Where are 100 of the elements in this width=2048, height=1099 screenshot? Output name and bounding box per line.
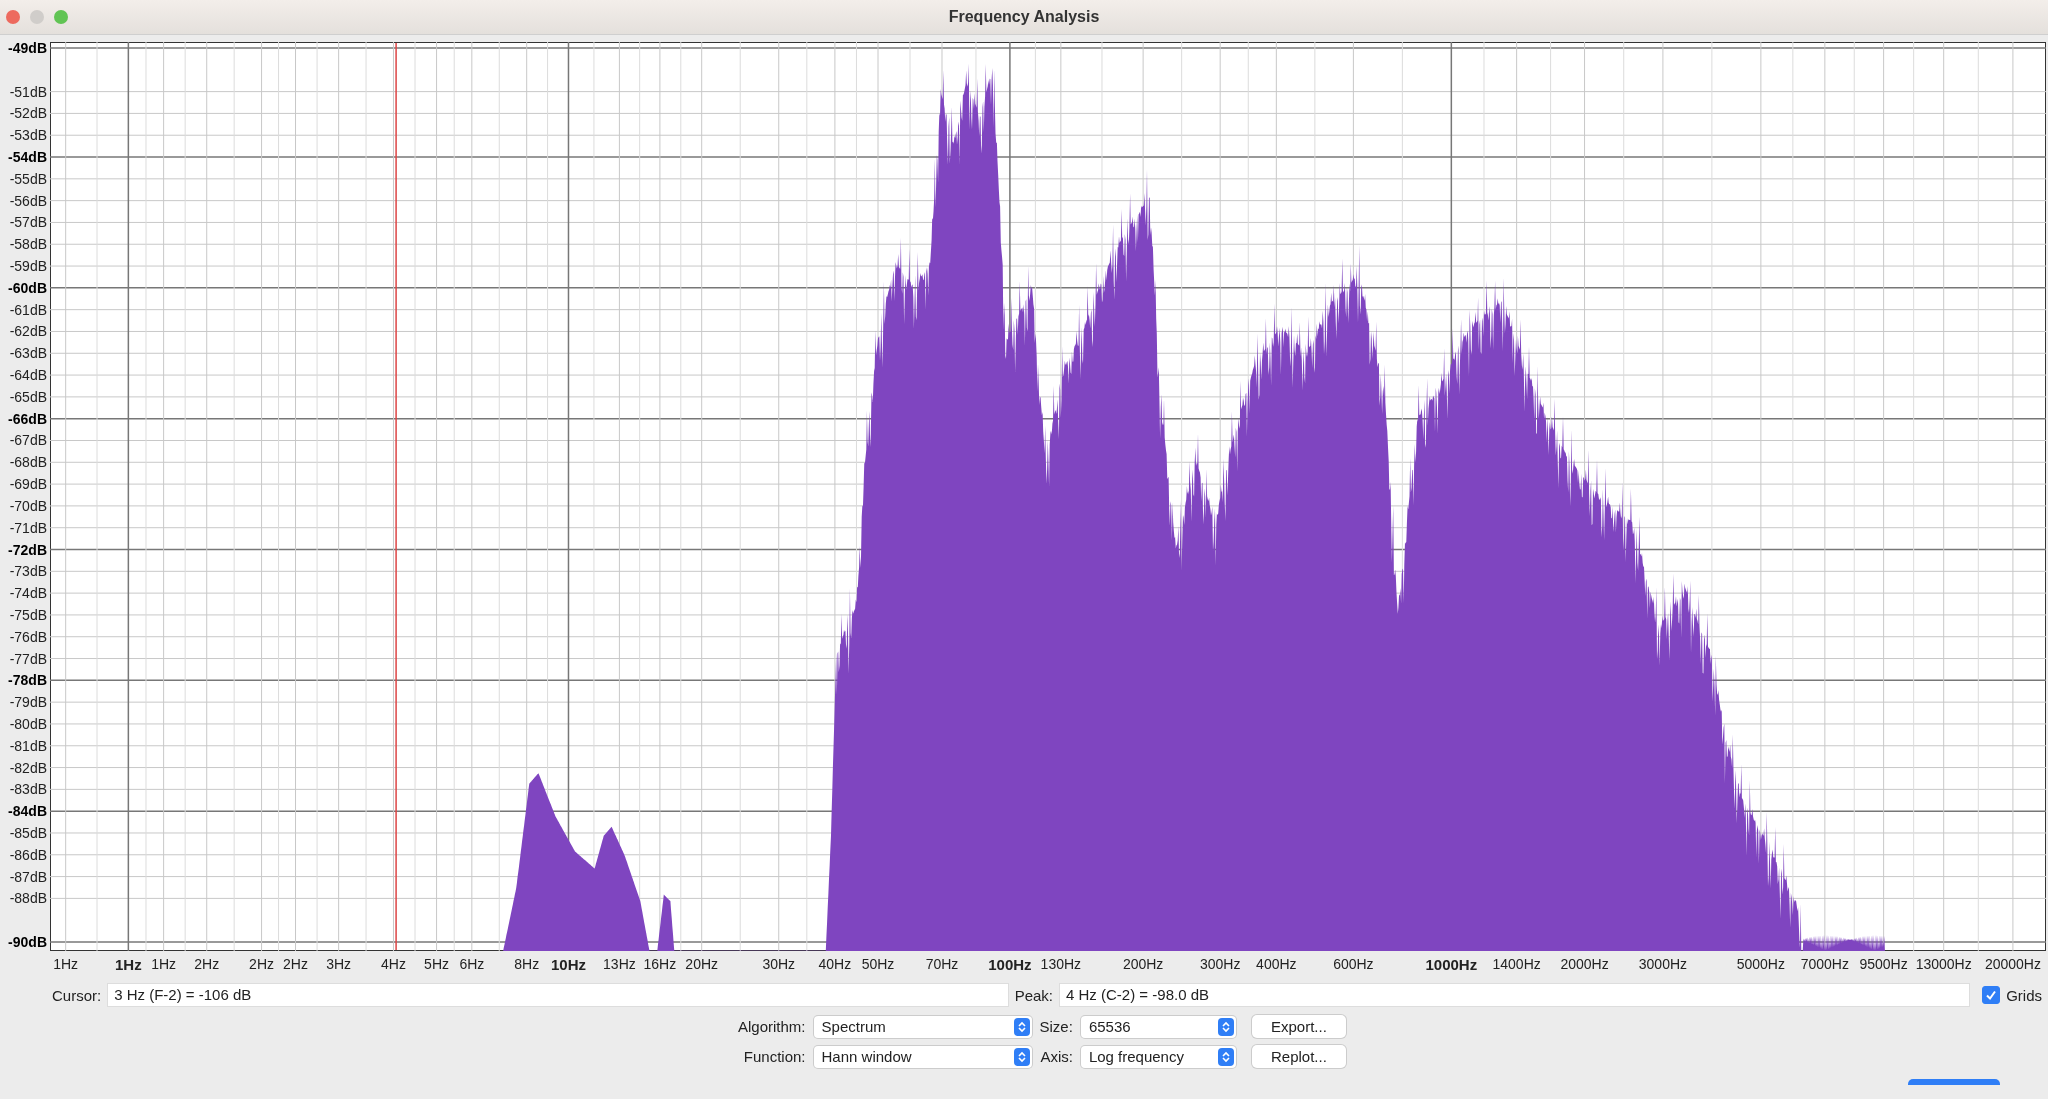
axis-label: 1Hz: [53, 956, 79, 972]
axis-label: -72dB: [8, 541, 47, 558]
axis-label: 600Hz: [1333, 956, 1374, 972]
axis-label: -67dB: [9, 432, 47, 449]
axis-label: -65dB: [9, 388, 47, 405]
axis-label: -70dB: [9, 497, 47, 514]
axis-label: -58dB: [9, 236, 47, 253]
axis-label: 1Hz: [151, 956, 177, 972]
axis-label: 16Hz: [643, 956, 677, 972]
axis-label: -57dB: [9, 214, 47, 231]
axis-label: 6Hz: [459, 956, 485, 972]
axis-label: 2000Hz: [1560, 956, 1609, 972]
axis-label: -62dB: [9, 323, 47, 340]
axis-label: 40Hz: [818, 956, 852, 972]
axis-label: 4Hz: [381, 956, 406, 972]
axis-label: -51dB: [9, 83, 47, 100]
algorithm-select[interactable]: Spectrum: [813, 1015, 1032, 1038]
peak-label: Peak:: [1014, 986, 1054, 1004]
axis-label: -56dB: [9, 192, 47, 209]
axis-label: -52dB: [9, 105, 47, 122]
axis-label: 20Hz: [685, 956, 719, 972]
axis-label: -84dB: [8, 803, 47, 820]
function-select[interactable]: Hann window: [813, 1045, 1032, 1068]
size-label: Size:: [1039, 1018, 1073, 1035]
axis-label: -73dB: [9, 563, 47, 580]
axis-label: Axis:: [1039, 1048, 1073, 1065]
axis-label: -85dB: [9, 824, 47, 841]
axis-label: -60dB: [8, 279, 47, 296]
axis-label: -87dB: [9, 868, 47, 885]
axis-label: -49dB: [8, 40, 47, 56]
checkmark-icon: [1985, 989, 1998, 1001]
axis-label: -53dB: [9, 127, 47, 144]
axis-label: 5Hz: [424, 956, 449, 972]
axis-label: 2Hz: [283, 956, 308, 972]
axis-label: 1Hz: [115, 956, 142, 973]
axis-label: 9500Hz: [1859, 956, 1908, 972]
axis-label: 200Hz: [1122, 956, 1164, 972]
axis-label: -77dB: [9, 650, 47, 667]
axis-label: 70Hz: [925, 956, 959, 972]
size-select[interactable]: 65536: [1080, 1015, 1236, 1038]
replot-button[interactable]: Replot...: [1251, 1045, 1346, 1068]
grids-checkbox[interactable]: [1982, 986, 2001, 1004]
cursor-label: Cursor:: [52, 986, 102, 1004]
axis-label: 20000Hz: [1984, 956, 2041, 972]
chevron-icon: [1217, 1017, 1234, 1036]
window-title: Frequency Analysis: [948, 8, 1100, 26]
export-button[interactable]: Export...: [1251, 1015, 1346, 1038]
axis-label: -88dB: [9, 890, 47, 907]
axis-label: -63dB: [9, 345, 47, 362]
axis-label: 8Hz: [514, 956, 540, 972]
axis-label: -83dB: [9, 781, 47, 798]
axis-label: -54dB: [8, 149, 47, 165]
axis-label: -86dB: [9, 846, 47, 863]
chevron-icon: [1217, 1047, 1234, 1066]
axis-label: 30Hz: [762, 956, 796, 972]
axis-label: -55dB: [9, 170, 47, 187]
axis-label: -71dB: [9, 519, 47, 536]
axis-label: -61dB: [9, 301, 47, 318]
axis-label: -68dB: [9, 454, 47, 471]
axis-label: -76dB: [9, 628, 47, 645]
axis-label: 13000Hz: [1915, 956, 1972, 972]
close-button[interactable]: [6, 10, 20, 24]
axis-label: 300Hz: [1199, 956, 1241, 972]
algorithm-label: Algorithm:: [738, 1018, 806, 1035]
default-button[interactable]: [1908, 1079, 2000, 1085]
axis-label: -79dB: [9, 694, 47, 711]
axis-label: 7000Hz: [1800, 956, 1849, 972]
axis-label: 3Hz: [326, 956, 352, 972]
axis-label: -75dB: [9, 606, 47, 623]
axis-select[interactable]: Log frequency: [1080, 1045, 1236, 1068]
axis-label: 100Hz: [988, 956, 1032, 973]
axis-label: -78dB: [8, 672, 47, 689]
zoom-button[interactable]: [54, 10, 68, 24]
axis-label: -66dB: [8, 410, 47, 427]
axis-label: -69dB: [9, 476, 47, 493]
chevron-icon: [1013, 1017, 1030, 1036]
function-label: Function:: [742, 1048, 806, 1065]
chevron-icon: [1013, 1047, 1030, 1066]
axis-label: -74dB: [9, 585, 47, 602]
peak-field[interactable]: 4 Hz (C-2) = -98.0 dB: [1059, 983, 1971, 1007]
axis-label: -90dB: [8, 934, 47, 950]
axis-label: 1000Hz: [1425, 956, 1478, 973]
axis-label: 5000Hz: [1736, 956, 1785, 972]
axis-label: 400Hz: [1256, 956, 1297, 972]
cursor-field[interactable]: 3 Hz (F-2) = -106 dB: [107, 983, 1009, 1007]
minimize-button[interactable]: [30, 10, 44, 24]
axis-label: -80dB: [9, 715, 47, 732]
axis-label: 2Hz: [249, 956, 274, 972]
axis-label: 1400Hz: [1492, 956, 1541, 972]
axis-label: 3000Hz: [1638, 956, 1688, 972]
axis-label: 50Hz: [861, 956, 895, 972]
axis-label: 2Hz: [194, 956, 220, 972]
axis-label: -82dB: [9, 759, 47, 776]
grids-label: Grids: [2006, 986, 2042, 1004]
axis-label: -81dB: [9, 737, 47, 754]
axis-label: -64dB: [9, 367, 47, 384]
axis-label: 13Hz: [603, 956, 636, 972]
axis-label: 10Hz: [550, 956, 586, 973]
axis-label: 130Hz: [1040, 956, 1082, 972]
axis-label: -59dB: [9, 258, 47, 275]
